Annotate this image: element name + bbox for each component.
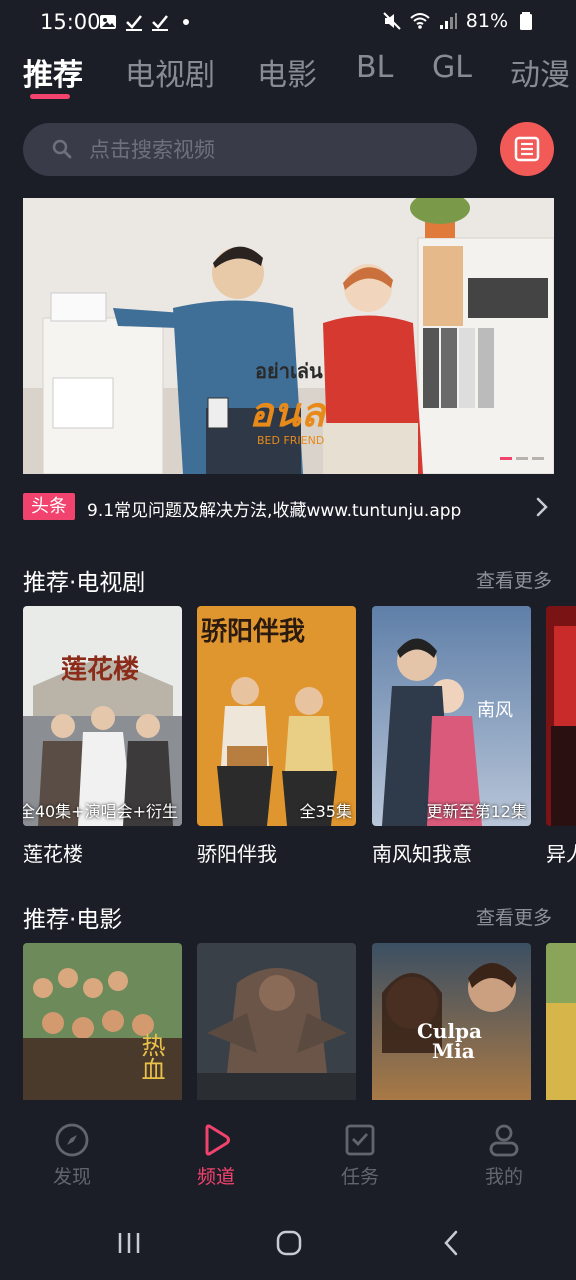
nav-discover[interactable]: 发现 (27, 1122, 117, 1189)
card-title: 莲花楼 (23, 842, 83, 866)
poster (197, 943, 356, 1100)
svg-text:骄阳伴我: 骄阳伴我 (201, 617, 305, 647)
play-icon (205, 1124, 230, 1156)
section-title-tv: 推荐·电视剧 (23, 570, 146, 596)
movie-row: 热血 Culpa Mia (23, 943, 576, 1100)
video-card[interactable]: Culpa Mia (372, 943, 531, 1100)
video-card[interactable] (197, 943, 356, 1100)
svg-text:อย่าเล่น: อย่าเล่น (255, 359, 323, 383)
episode-badge: 更新至第12集 (426, 802, 527, 821)
search-icon (52, 139, 72, 159)
nav-label: 任务 (340, 1166, 379, 1188)
battery-icon (520, 12, 532, 30)
active-tab-indicator (30, 94, 70, 99)
video-card[interactable]: 莲花楼 全40集+演唱会+衍生 莲花楼 (23, 606, 182, 866)
video-card[interactable]: 异人 (546, 606, 576, 866)
tab-recommend[interactable]: 推荐 (23, 50, 83, 94)
nav-label: 我的 (484, 1166, 523, 1188)
nav-profile[interactable]: 我的 (459, 1122, 549, 1189)
nav-channel[interactable]: 频道 (171, 1122, 261, 1189)
news-text: 9.1常见问题及解决方法,收藏www.tuntunju.app (87, 501, 462, 521)
card-title: 骄阳伴我 (197, 842, 277, 866)
search-input[interactable] (89, 123, 459, 176)
episode-badge: 全35集 (299, 802, 352, 821)
tab-tv[interactable]: 电视剧 (125, 50, 215, 94)
wifi-icon (410, 13, 430, 29)
nav-label: 频道 (196, 1166, 235, 1188)
signal-icon (439, 13, 457, 29)
recent-apps-icon[interactable] (114, 1228, 144, 1258)
banner-image: อย่าเล่น อนล BED FRIEND (23, 198, 554, 474)
video-card[interactable]: 骄阳伴我 全35集 骄阳伴我 (197, 606, 356, 866)
section-title-movie: 推荐·电影 (23, 907, 123, 933)
poster: Culpa Mia (372, 943, 531, 1100)
check-icon (126, 15, 142, 31)
card-title: 异人 (546, 842, 576, 866)
banner-dot[interactable] (500, 457, 512, 460)
view-more-tv[interactable]: 查看更多 (476, 566, 552, 593)
video-card[interactable]: 热血 (23, 943, 182, 1100)
card-title: 南风知我意 (372, 842, 472, 866)
video-card[interactable] (546, 943, 576, 1100)
svg-text:莲花楼: 莲花楼 (61, 655, 139, 685)
poster (546, 943, 576, 1100)
list-icon (514, 136, 540, 162)
category-tabs: 推荐 电视剧 电影 BL GL 动漫 (0, 50, 576, 102)
tab-anime[interactable]: 动漫 (510, 50, 570, 94)
poster: 热血 (23, 943, 182, 1100)
chevron-right-icon[interactable] (531, 496, 553, 518)
status-time: 15:00 (40, 10, 101, 34)
tab-movie[interactable]: 电影 (257, 50, 317, 94)
home-icon[interactable] (274, 1228, 304, 1258)
bottom-nav: 发现 频道 任务 我的 (0, 1100, 576, 1200)
check-icon (152, 15, 168, 31)
tab-bl[interactable]: BL (356, 50, 393, 85)
back-icon[interactable] (436, 1228, 466, 1258)
hero-banner[interactable]: อย่าเล่น อนล BED FRIEND (23, 198, 554, 474)
svg-text:南风: 南风 (477, 700, 513, 721)
tv-row: 莲花楼 全40集+演唱会+衍生 莲花楼 骄阳伴我 全35集 骄阳伴我 南风 更新… (23, 606, 576, 866)
nav-label: 发现 (52, 1166, 91, 1188)
search-bar[interactable] (23, 123, 477, 176)
video-card[interactable]: 南风 更新至第12集 南风知我意 (372, 606, 531, 866)
task-icon (345, 1124, 375, 1156)
episode-badge: 全40集+演唱会+衍生 (23, 802, 178, 821)
list-button[interactable] (500, 122, 554, 176)
poster: 莲花楼 全40集+演唱会+衍生 (23, 606, 182, 826)
compass-icon (55, 1123, 89, 1157)
mute-icon (383, 12, 401, 30)
battery-percent: 81% (465, 10, 508, 32)
nav-task[interactable]: 任务 (315, 1122, 405, 1189)
banner-dot[interactable] (532, 457, 544, 460)
banner-subtitle: BED FRIEND (257, 434, 324, 447)
banner-pagination (500, 457, 544, 460)
system-nav-bar (0, 1200, 576, 1280)
poster (546, 606, 576, 826)
poster: 骄阳伴我 全35集 (197, 606, 356, 826)
image-icon (100, 15, 116, 29)
svg-text:Mia: Mia (432, 1039, 475, 1063)
news-ticker[interactable]: 头条 9.1常见问题及解决方法,收藏www.tuntunju.app (23, 490, 553, 524)
headline-badge: 头条 (23, 493, 75, 520)
svg-text:热血: 热血 (137, 1033, 165, 1081)
dot-icon (183, 19, 189, 25)
user-icon (489, 1124, 519, 1157)
poster: 南风 更新至第12集 (372, 606, 531, 826)
status-bar: 15:00 81% (0, 0, 576, 46)
svg-text:อนล: อนล (249, 389, 327, 436)
view-more-movie[interactable]: 查看更多 (476, 903, 552, 930)
banner-dot[interactable] (516, 457, 528, 460)
tab-gl[interactable]: GL (432, 50, 472, 85)
